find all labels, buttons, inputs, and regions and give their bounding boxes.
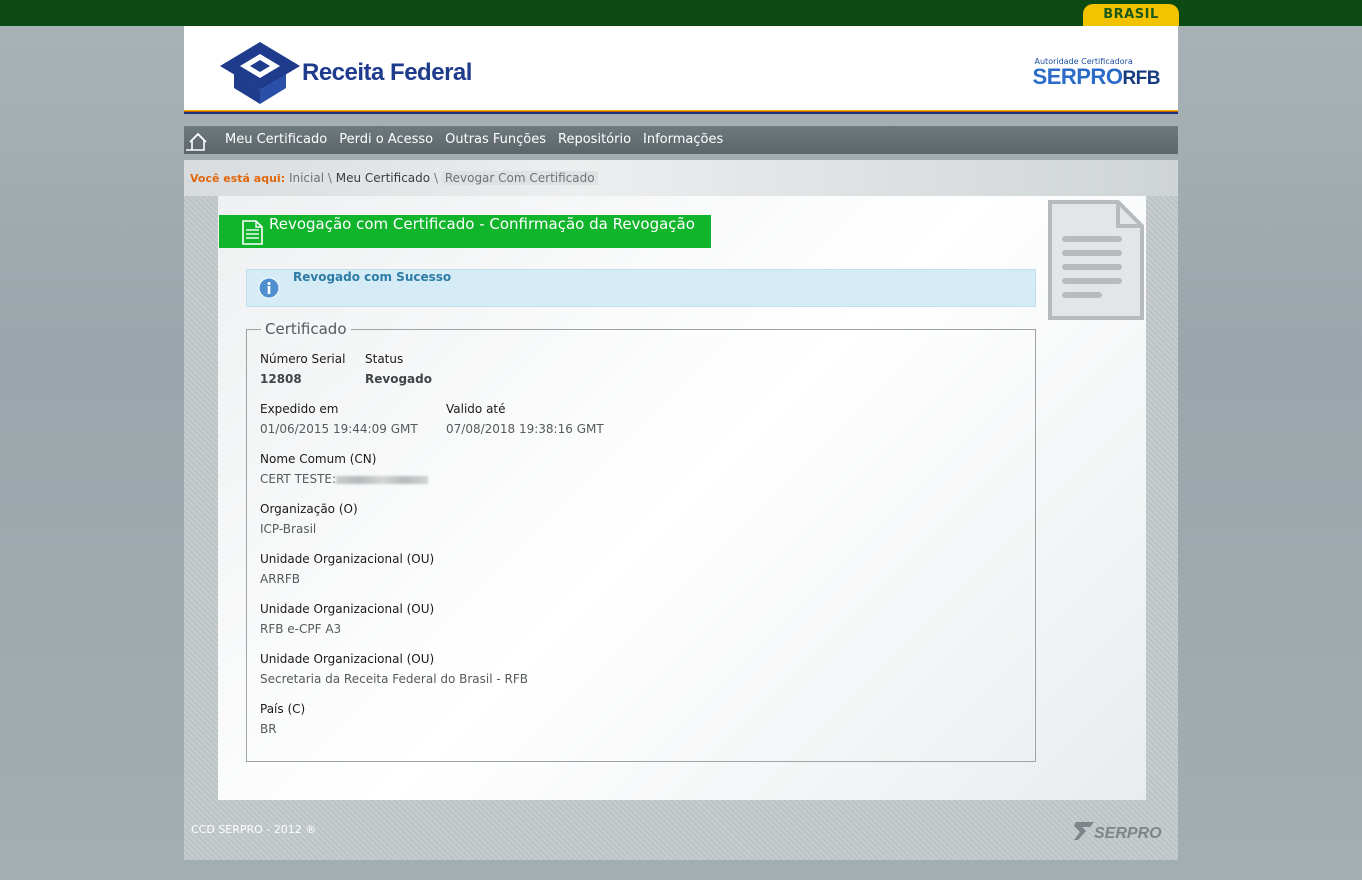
ou2-label: Unidade Organizacional (OU) <box>260 602 435 616</box>
nav-informacoes[interactable]: Informações <box>643 126 723 154</box>
main-frame: Você está aqui: Inicial \ Meu Certificad… <box>184 160 1178 860</box>
redacted-mark <box>336 475 429 484</box>
ou1-label: Unidade Organizacional (OU) <box>260 552 435 566</box>
serpro-name: SERPRO <box>1032 64 1123 89</box>
breadcrumb-label: Você está aqui: <box>190 172 286 185</box>
breadcrumb-meu-certificado[interactable]: Meu Certificado <box>336 171 430 185</box>
certificate-fieldset: Certificado Número Serial 12808 Status R… <box>246 320 1036 762</box>
country-label: País (C) <box>260 702 306 716</box>
ou3-label: Unidade Organizacional (OU) <box>260 652 435 666</box>
footer: CCD SERPRO - 2012 ® SERPRO <box>184 812 1178 848</box>
alert-message: Revogado com Sucesso <box>293 270 452 284</box>
footer-copyright: CCD SERPRO - 2012 ® <box>191 823 317 836</box>
brasil-link[interactable]: BRASIL <box>1083 4 1179 26</box>
main-nav: Meu Certificado Perdi o Acesso Outras Fu… <box>184 126 1178 154</box>
document-watermark-icon <box>1048 200 1144 320</box>
serial-value: 12808 <box>260 372 302 386</box>
o-value: ICP-Brasil <box>260 522 317 536</box>
serpro-rfb-logo: Autoridade Certificadora SERPRORFB <box>1032 57 1161 90</box>
breadcrumb-separator: \ <box>327 171 332 185</box>
certificate-legend: Certificado <box>261 320 351 338</box>
gov-top-bar: BRASIL <box>0 0 1362 26</box>
breadcrumb-separator: \ <box>433 171 438 185</box>
page-title-bar: Revogação com Certificado - Confirmação … <box>219 215 711 248</box>
content-panel: Revogação com Certificado - Confirmação … <box>218 196 1146 800</box>
ou3-value: Secretaria da Receita Federal do Brasil … <box>260 672 529 686</box>
receita-federal-logo-icon[interactable] <box>220 42 300 104</box>
valid-label: Valido até <box>446 402 506 416</box>
serpro-footer-text: SERPRO <box>1094 825 1162 842</box>
cn-label: Nome Comum (CN) <box>260 452 377 466</box>
breadcrumb-current: Revogar Com Certificado <box>441 171 598 185</box>
site-header: Receita Federal Autoridade Certificadora… <box>184 26 1178 114</box>
info-icon <box>258 277 280 299</box>
receita-federal-title: Receita Federal <box>302 59 472 86</box>
serpro-logo-text: SERPRORFB <box>1032 64 1161 90</box>
cn-value: CERT TESTE: <box>260 472 337 486</box>
ou1-value: ARRFB <box>260 572 301 586</box>
nav-items: Meu Certificado Perdi o Acesso Outras Fu… <box>225 126 723 154</box>
nav-outras-funcoes[interactable]: Outras Funções <box>445 126 546 154</box>
status-label: Status <box>365 352 404 366</box>
ou2-value: RFB e-CPF A3 <box>260 622 342 636</box>
status-value: Revogado <box>365 372 432 386</box>
nav-repositorio[interactable]: Repositório <box>558 126 631 154</box>
valid-value: 07/08/2018 19:38:16 GMT <box>446 422 604 436</box>
o-label: Organização (O) <box>260 502 358 516</box>
serpro-suffix: RFB <box>1122 68 1160 89</box>
header-stripe <box>184 110 1178 114</box>
serial-label: Número Serial <box>260 352 346 366</box>
issued-label: Expedido em <box>260 402 339 416</box>
page-title: Revogação com Certificado - Confirmação … <box>269 215 695 233</box>
home-icon[interactable] <box>184 126 212 154</box>
nav-perdi-o-acesso[interactable]: Perdi o Acesso <box>339 126 433 154</box>
breadcrumb: Você está aqui: Inicial \ Meu Certificad… <box>190 171 598 185</box>
cn-row: CERT TESTE: <box>260 472 429 486</box>
nav-meu-certificado[interactable]: Meu Certificado <box>225 126 327 154</box>
success-alert: Revogado com Sucesso <box>246 269 1036 307</box>
country-value: BR <box>260 722 277 736</box>
document-icon <box>242 220 263 245</box>
breadcrumb-bar: Você está aqui: Inicial \ Meu Certificad… <box>184 160 1178 196</box>
serpro-footer-logo-icon: SERPRO <box>1074 822 1162 842</box>
breadcrumb-inicial[interactable]: Inicial <box>289 171 324 185</box>
issued-value: 01/06/2015 19:44:09 GMT <box>260 422 418 436</box>
